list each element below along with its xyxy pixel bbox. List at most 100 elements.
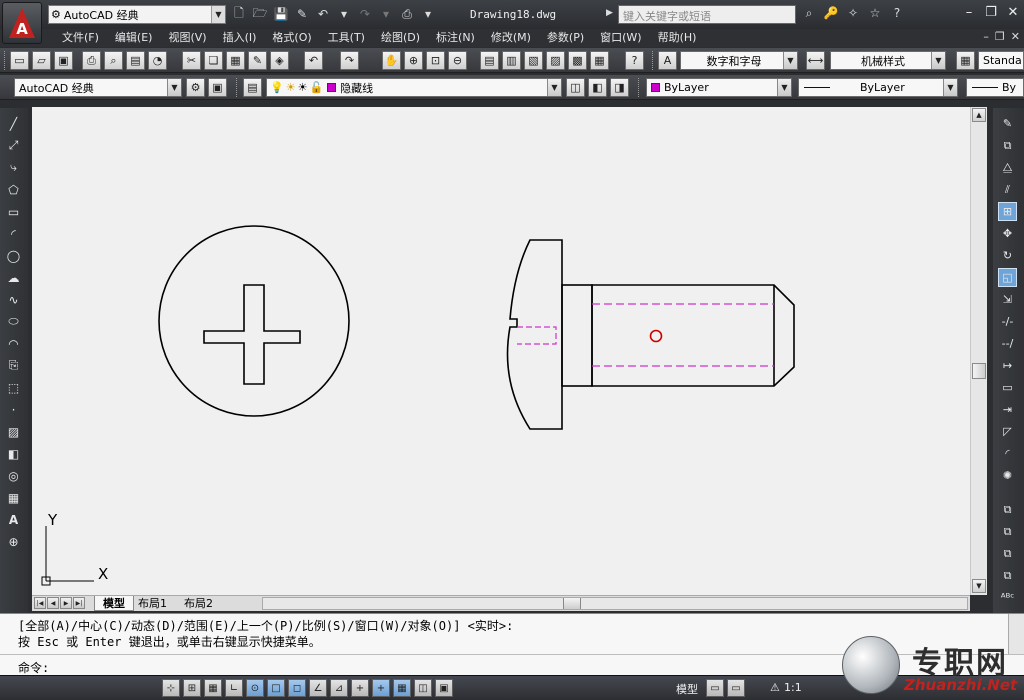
match-properties-icon[interactable]: ✎ — [248, 51, 267, 70]
model-space-label[interactable]: 模型 — [676, 681, 698, 697]
key-icon[interactable]: 🔑 — [822, 4, 840, 22]
table-icon[interactable]: ▦ — [4, 488, 23, 507]
chevron-down-icon[interactable]: ▼ — [777, 79, 791, 96]
draw-order-front-icon[interactable]: ⧉ — [998, 500, 1017, 519]
explode-icon[interactable]: ✺ — [998, 466, 1017, 485]
move-icon[interactable]: ✥ — [998, 224, 1017, 243]
help-icon[interactable]: ? — [625, 51, 644, 70]
dynamic-input-icon[interactable]: ⊿ — [330, 679, 348, 697]
save-icon[interactable]: ▣ — [54, 51, 73, 70]
save-as-icon[interactable]: ✎ — [293, 5, 311, 23]
restore-icon[interactable]: ❐ — [980, 2, 1002, 22]
text-style-icon[interactable]: A — [658, 51, 677, 70]
annotation-monitor-icon[interactable]: ▣ — [435, 679, 453, 697]
toolbar-grip[interactable] — [236, 78, 239, 97]
erase-icon[interactable]: ✎ — [998, 114, 1017, 133]
gradient-icon[interactable]: ◧ — [4, 444, 23, 463]
transparency-icon[interactable]: + — [372, 679, 390, 697]
multiline-text-icon[interactable]: A — [4, 510, 23, 529]
menu-item-1[interactable]: 编辑(E) — [107, 31, 161, 45]
workspace-switcher[interactable]: ⚙ AutoCAD 经典 ▼ — [48, 5, 226, 24]
dimension-style-icon[interactable]: ⟷ — [806, 51, 825, 70]
layer-viewport-icon[interactable]: ☀ — [298, 81, 308, 94]
layer-on-bulb-icon[interactable]: 💡 — [270, 81, 284, 94]
text-style-dropdown[interactable]: 数字和字母 ▼ — [680, 51, 798, 70]
tab-model[interactable]: 模型 — [94, 596, 134, 611]
vertical-scrollbar[interactable]: ▲ ▼ — [970, 107, 987, 595]
lineweight-dropdown[interactable]: By — [966, 78, 1024, 97]
chevron-down-icon[interactable]: ▼ — [783, 52, 797, 69]
make-current-layer-icon[interactable]: ◫ — [566, 78, 585, 97]
undo-icon[interactable]: ↶ — [304, 51, 323, 70]
next-tab-icon[interactable]: ▶ — [60, 597, 72, 609]
hatch-icon[interactable]: ▨ — [4, 422, 23, 441]
send-under-icon[interactable]: ⧉ — [998, 566, 1017, 585]
open-icon[interactable]: ▱ — [32, 51, 51, 70]
chevron-down-icon[interactable]: ▼ — [931, 52, 945, 69]
grid-display-icon[interactable]: ▦ — [204, 679, 222, 697]
new-file-icon[interactable]: 🗋 — [230, 5, 248, 23]
allow-dynamic-ucs-icon[interactable]: ∠ — [309, 679, 327, 697]
menu-item-3[interactable]: 插入(I) — [215, 31, 265, 45]
point-icon[interactable]: · — [4, 400, 23, 419]
infer-constraints-icon[interactable]: ⊹ — [162, 679, 180, 697]
close-icon[interactable]: ✕ — [1002, 2, 1024, 22]
region-icon[interactable]: ◎ — [4, 466, 23, 485]
menu-item-0[interactable]: 文件(F) — [54, 31, 107, 45]
rectangle-icon[interactable]: ▭ — [4, 202, 23, 221]
arc-icon[interactable]: ◜ — [4, 224, 23, 243]
vertical-scroll-thumb[interactable] — [972, 363, 986, 379]
ortho-mode-icon[interactable]: ∟ — [225, 679, 243, 697]
drawing-canvas[interactable]: Y X — [32, 107, 970, 595]
block-editor-icon[interactable]: ◈ — [270, 51, 289, 70]
chevron-down-icon[interactable]: ▼ — [211, 6, 225, 23]
linetype-dropdown[interactable]: ByLayer ▼ — [798, 78, 958, 97]
polar-tracking-icon[interactable]: ⊙ — [246, 679, 264, 697]
lineweight-toggle-icon[interactable]: + — [351, 679, 369, 697]
search-input[interactable]: 键入关键字或短语 — [618, 5, 796, 24]
join-icon[interactable]: ⇥ — [998, 400, 1017, 419]
3d-dwf-icon[interactable]: ◔ — [148, 51, 167, 70]
construction-line-icon[interactable]: ⤢ — [4, 136, 23, 155]
ellipse-icon[interactable]: ⬭ — [4, 312, 23, 331]
color-dropdown[interactable]: ByLayer ▼ — [646, 78, 792, 97]
chevron-down-icon[interactable]: ▼ — [167, 79, 181, 96]
line-icon[interactable]: ╱ — [4, 114, 23, 133]
undo-icon[interactable]: ↶ — [314, 5, 332, 23]
horizontal-scroll-thumb[interactable] — [563, 598, 581, 609]
menu-item-9[interactable]: 参数(P) — [539, 31, 592, 45]
copy-object-icon[interactable]: ⧉ — [998, 136, 1017, 155]
undo-dropdown-icon[interactable]: ▾ — [335, 5, 353, 23]
trim-icon[interactable]: -/- — [998, 312, 1017, 331]
chamfer-icon[interactable]: ◸ — [998, 422, 1017, 441]
paste-icon[interactable]: ▦ — [226, 51, 245, 70]
layer-states-icon[interactable]: ◨ — [610, 78, 629, 97]
my-workspace-icon[interactable]: ▣ — [208, 78, 227, 97]
pan-icon[interactable]: ✋ — [382, 51, 401, 70]
workspace-dropdown[interactable]: AutoCAD 经典 ▼ — [14, 78, 182, 97]
doc-close-icon[interactable]: ✕ — [1011, 30, 1020, 43]
revision-cloud-icon[interactable]: ☁ — [4, 268, 23, 287]
open-folder-icon[interactable]: 🗁 — [251, 5, 269, 23]
layer-manager-icon[interactable]: ▤ — [243, 78, 262, 97]
scale-icon[interactable]: ◱ — [998, 268, 1017, 287]
add-selected-icon[interactable]: ⊕ — [4, 532, 23, 551]
tab-layout2[interactable]: 布局2 — [176, 596, 221, 611]
horizontal-scrollbar[interactable] — [262, 597, 968, 610]
polyline-icon[interactable]: ⤷ — [4, 158, 23, 177]
menu-item-10[interactable]: 窗口(W) — [592, 31, 649, 45]
tab-layout1[interactable]: 布局1 — [130, 596, 175, 611]
binoculars-icon[interactable]: ⌕ — [800, 4, 818, 22]
copy-icon[interactable]: ❏ — [204, 51, 223, 70]
prev-tab-icon[interactable]: ◀ — [47, 597, 59, 609]
redo-icon[interactable]: ↷ — [356, 5, 374, 23]
last-tab-icon[interactable]: ▶| — [73, 597, 85, 609]
zoom-previous-icon[interactable]: ⊖ — [448, 51, 467, 70]
menu-item-2[interactable]: 视图(V) — [160, 31, 214, 45]
new-icon[interactable]: ▭ — [10, 51, 29, 70]
scroll-down-icon[interactable]: ▼ — [972, 579, 986, 593]
help-icon[interactable]: ? — [888, 4, 906, 22]
plot-icon[interactable]: ⎙ — [82, 51, 101, 70]
dimension-style-dropdown[interactable]: 机械样式 ▼ — [830, 51, 946, 70]
extend-icon[interactable]: --/ — [998, 334, 1017, 353]
